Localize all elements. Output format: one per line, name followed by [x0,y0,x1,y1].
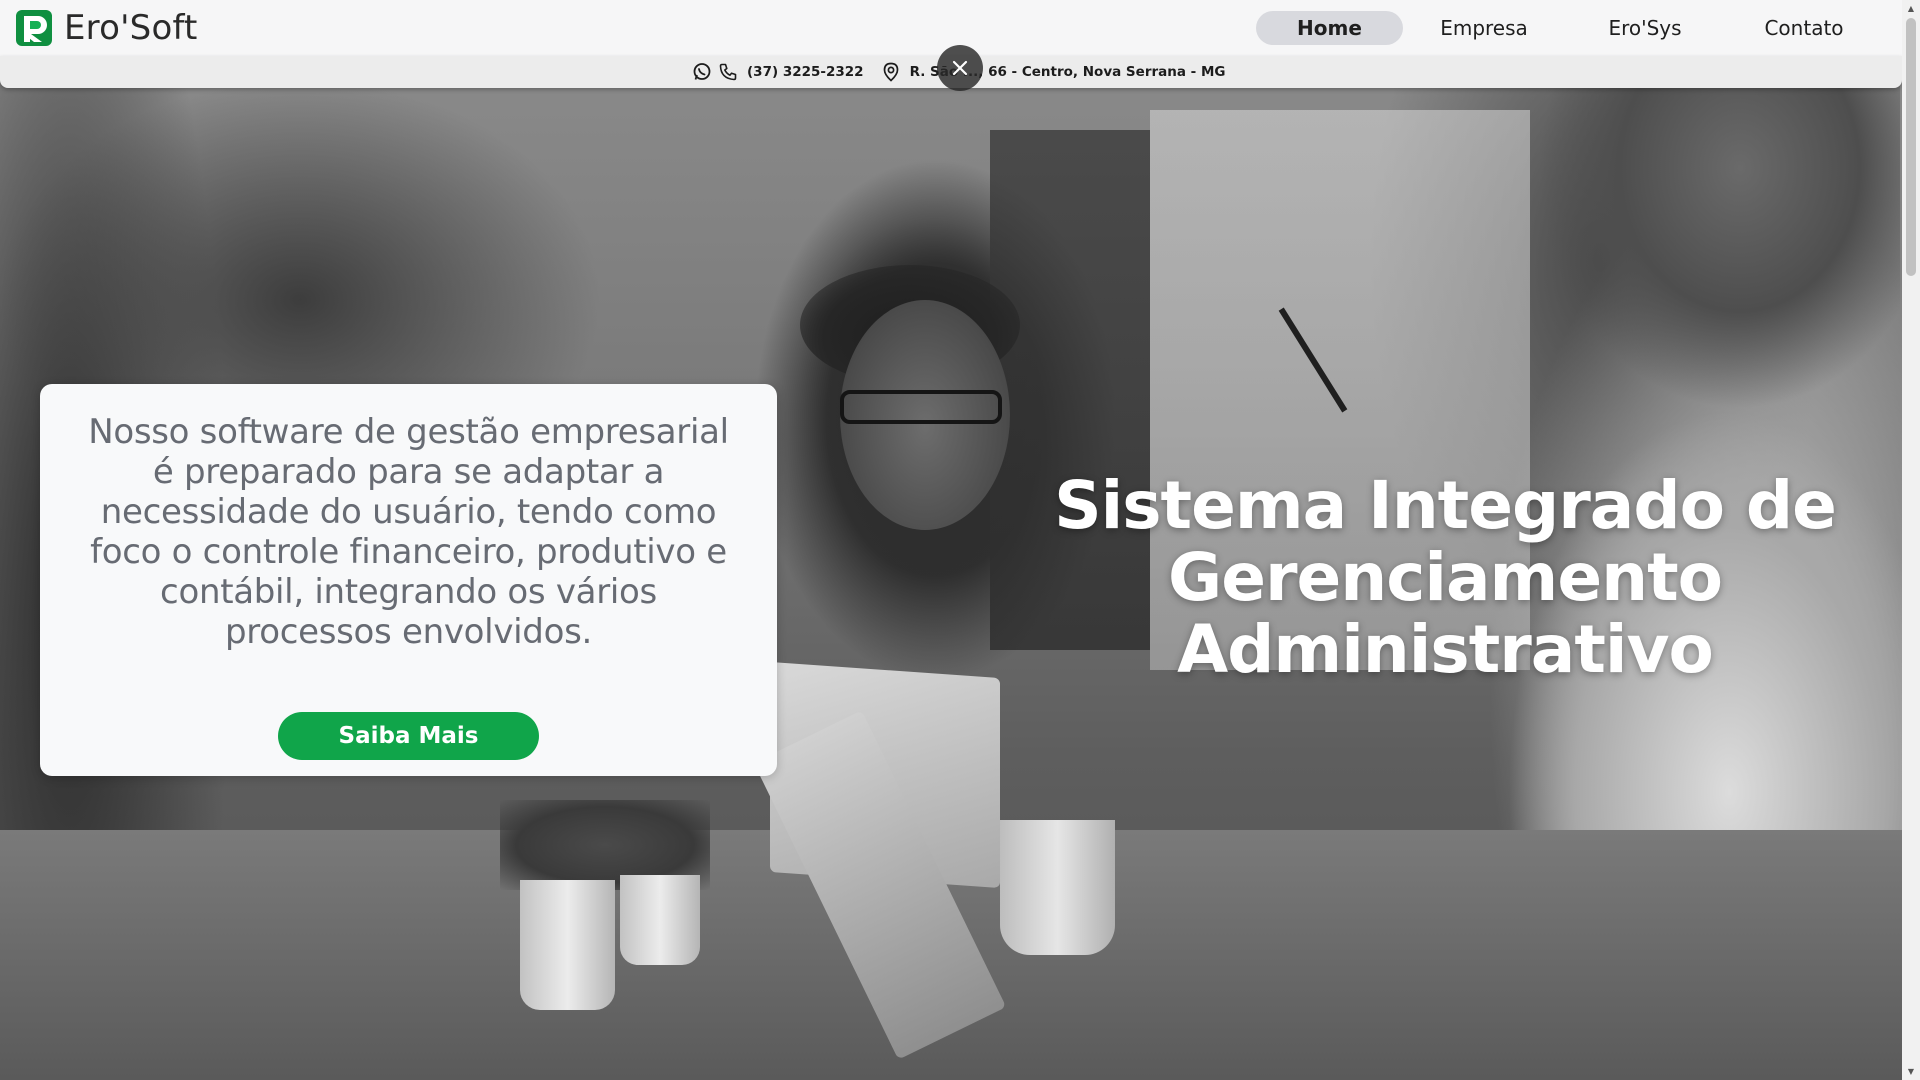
info-card-text: Nosso software de gestão empresarial é p… [88,412,729,652]
nav-item-empresa[interactable]: Empresa [1403,11,1565,45]
brand-name: Ero'Soft [64,8,198,48]
phone-icon[interactable] [718,62,738,82]
scroll-up-arrow-icon[interactable]: ▲ [1906,3,1916,15]
nav-item-home[interactable]: Home [1256,11,1403,45]
close-button[interactable] [937,45,983,91]
hero-headline-line: Gerenciamento [1168,539,1723,616]
brand-logo[interactable]: Ero'Soft [14,8,198,48]
page-scrollbar[interactable]: ▲ ▼ [1902,0,1920,1080]
whatsapp-icon[interactable] [692,62,712,82]
close-icon [952,60,968,76]
hero-headline-line: Administrativo [1177,611,1714,688]
logo-icon [16,10,52,46]
location-pin-icon [883,62,898,82]
main-nav: Home Empresa Ero'Sys Contato [1256,11,1883,45]
page: Ero'Soft Home Empresa Ero'Sys Contato (3… [0,0,1920,1080]
info-card: Nosso software de gestão empresarial é p… [40,384,777,776]
saiba-mais-button[interactable]: Saiba Mais [278,712,539,760]
contact-phone[interactable]: (37) 3225-2322 [747,64,864,80]
hero-headline-line: Sistema Integrado de [1054,467,1837,544]
scrollbar-thumb[interactable] [1906,18,1916,276]
nav-item-contato[interactable]: Contato [1725,11,1883,45]
scroll-down-arrow-icon[interactable]: ▼ [1906,1066,1916,1078]
hero-headline: Sistema Integrado de Gerenciamento Admin… [1030,470,1860,686]
nav-item-erosys[interactable]: Ero'Sys [1565,11,1725,45]
